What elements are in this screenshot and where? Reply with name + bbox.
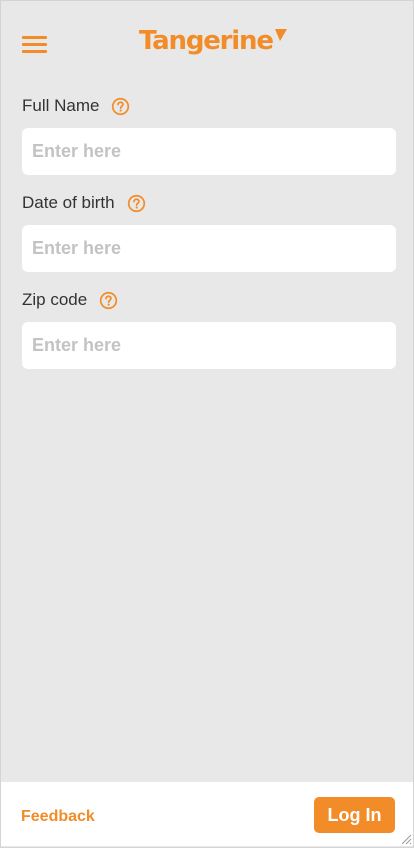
question-circle-icon[interactable]	[99, 291, 118, 310]
question-circle-icon[interactable]	[111, 97, 130, 116]
question-circle-icon[interactable]	[127, 194, 146, 213]
full-name-label-row: Full Name	[22, 95, 130, 117]
brand-logo[interactable]: Tangerine	[139, 23, 288, 59]
login-button[interactable]: Log In	[314, 797, 395, 833]
brand-name: Tangerine	[139, 26, 274, 56]
zip-code-label-row: Zip code	[22, 289, 118, 311]
footer-bar: Feedback Log In	[1, 782, 413, 846]
hamburger-menu-icon[interactable]	[21, 34, 49, 54]
date-of-birth-label-row: Date of birth	[22, 192, 146, 214]
tangerine-arrow-logo-icon	[274, 29, 287, 41]
date-of-birth-label: Date of birth	[22, 193, 115, 212]
full-name-input[interactable]	[22, 128, 396, 175]
date-of-birth-input[interactable]	[22, 225, 396, 272]
app-frame: Tangerine Full Name Date of birth Zip co…	[0, 0, 414, 848]
zip-code-input[interactable]	[22, 322, 396, 369]
resize-grip-icon[interactable]	[400, 833, 412, 845]
full-name-label: Full Name	[22, 96, 100, 115]
zip-code-label: Zip code	[22, 290, 88, 309]
feedback-link[interactable]: Feedback	[21, 808, 95, 826]
